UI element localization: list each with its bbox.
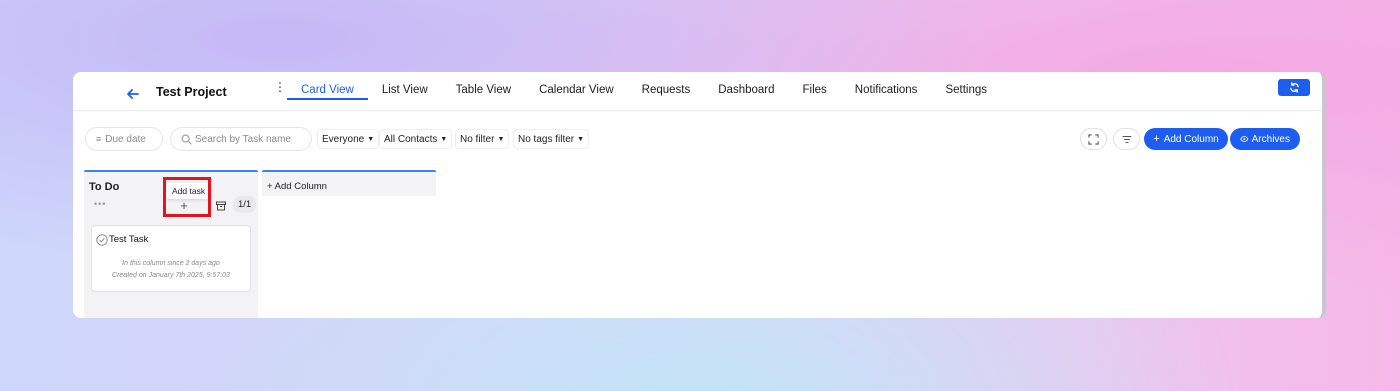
back-arrow-icon[interactable] [125, 86, 141, 102]
contacts-filter-value: All Contacts [384, 133, 438, 145]
refresh-button[interactable] [1278, 79, 1310, 96]
task-count-badge: 1/1 [233, 196, 257, 213]
tab-dashboard[interactable]: Dashboard [704, 72, 788, 100]
search-icon [181, 134, 192, 145]
tab-settings[interactable]: Settings [931, 72, 1001, 100]
search-input[interactable]: Search by Task name [170, 127, 312, 151]
due-date-filter[interactable]: ≡ Due date [85, 127, 163, 151]
tab-table-view[interactable]: Table View [442, 72, 525, 100]
tab-list-view[interactable]: List View [368, 72, 442, 100]
top-nav-bar: Test Project ⋮ Card View List View Table… [73, 72, 1322, 111]
project-title: Test Project [156, 85, 227, 99]
app-window: Test Project ⋮ Card View List View Table… [73, 72, 1326, 318]
chevron-down-icon: ▼ [577, 135, 585, 143]
sort-icon: ≡ [96, 134, 102, 144]
archives-button[interactable]: Archives [1230, 128, 1300, 150]
add-column-placeholder[interactable]: + Add Column [262, 170, 436, 196]
tab-card-view[interactable]: Card View [287, 72, 368, 100]
expand-icon [1088, 133, 1099, 145]
check-circle-icon[interactable] [96, 233, 108, 246]
assignee-filter-dropdown[interactable]: Everyone ▼ [317, 129, 380, 149]
tab-notifications[interactable]: Notifications [841, 72, 932, 100]
task-created-on: Created on January 7th 2025, 9:57:03 [112, 272, 230, 279]
search-placeholder: Search by Task name [195, 133, 291, 145]
view-tabs: Card View List View Table View Calendar … [287, 72, 1001, 111]
eye-icon [1240, 136, 1249, 142]
kebab-menu-icon[interactable]: ⋮ [274, 81, 286, 93]
chevron-down-icon: ▼ [367, 135, 375, 143]
general-filter-value: No filter [460, 133, 495, 145]
plus-icon: + [1153, 133, 1160, 145]
tags-filter-value: No tags filter [518, 133, 575, 145]
due-date-label: Due date [105, 133, 146, 145]
contacts-filter-dropdown[interactable]: All Contacts ▼ [379, 129, 453, 149]
tab-requests[interactable]: Requests [628, 72, 705, 100]
tab-calendar-view[interactable]: Calendar View [525, 72, 628, 100]
task-name: Test Task [109, 234, 149, 245]
chevron-down-icon: ▼ [497, 135, 505, 143]
tags-filter-dropdown[interactable]: No tags filter ▼ [513, 129, 590, 149]
filter-icon [1121, 135, 1132, 143]
column-menu-icon[interactable]: ••• [94, 199, 106, 209]
board-column-todo: To Do ••• Add task + 1/1 Test Task In th… [84, 170, 258, 318]
chevron-down-icon: ▼ [440, 135, 448, 143]
fullscreen-button[interactable] [1080, 128, 1107, 150]
assignee-filter-value: Everyone [322, 133, 365, 145]
board-toolbar: ≡ Due date Search by Task name Everyone ▼… [73, 127, 1322, 153]
refresh-icon [1289, 82, 1299, 93]
task-card[interactable]: Test Task In this column since 2 days ag… [91, 225, 251, 292]
tab-files[interactable]: Files [789, 72, 841, 100]
task-column-since: In this column since 2 days ago [122, 260, 220, 267]
general-filter-dropdown[interactable]: No filter ▼ [455, 129, 510, 149]
filter-button[interactable] [1113, 128, 1140, 150]
archive-icon[interactable] [215, 199, 227, 211]
highlight-annotation [163, 177, 211, 217]
add-column-label: Add Column [1163, 133, 1219, 145]
add-column-button[interactable]: + Add Column [1144, 128, 1228, 150]
archives-label: Archives [1251, 133, 1290, 145]
column-title: To Do [89, 181, 120, 193]
